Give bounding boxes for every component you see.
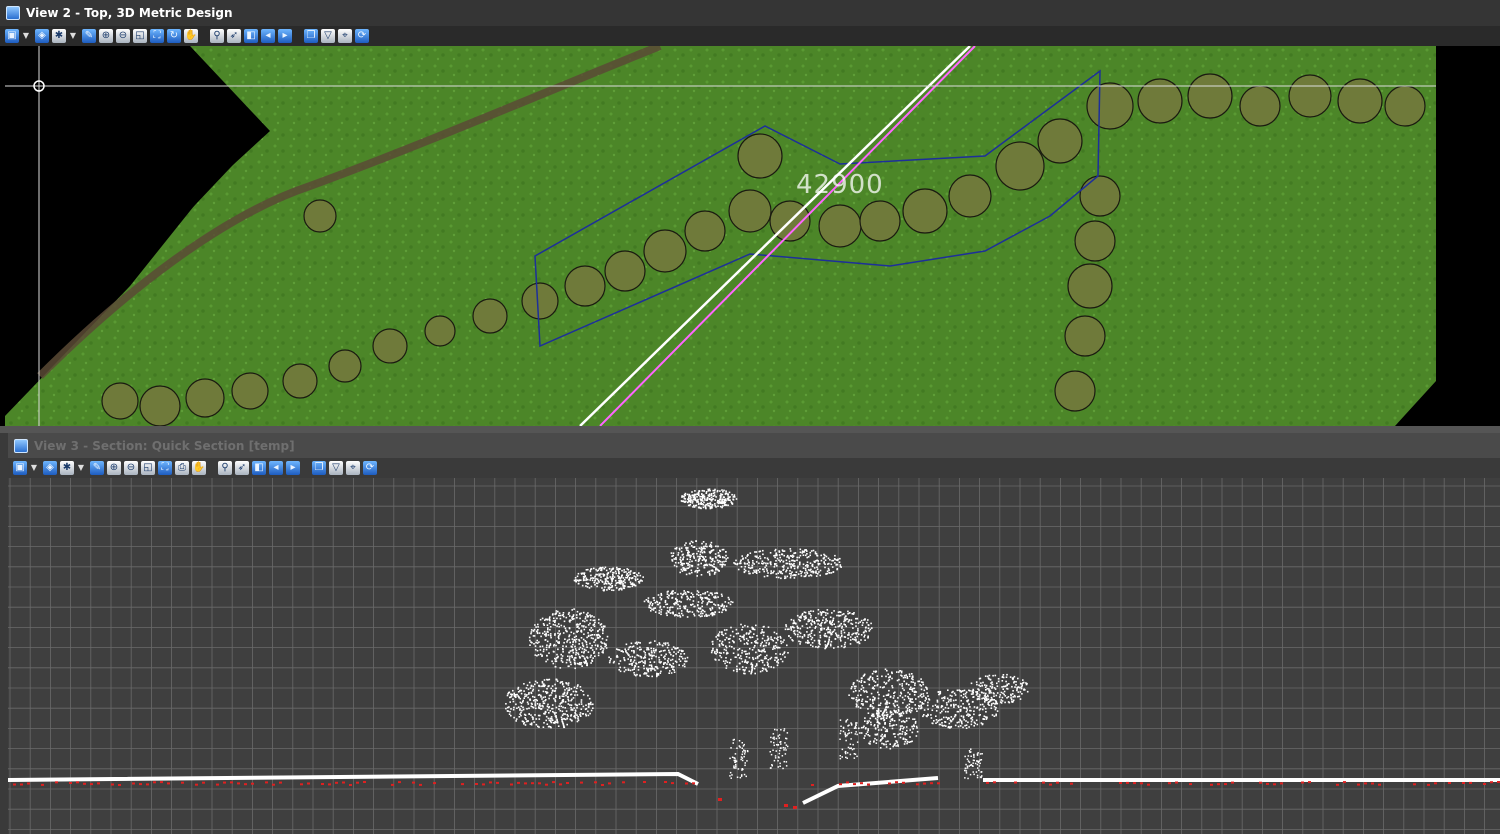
filter-icon[interactable]: ▽ (321, 29, 335, 43)
zoom-in-icon[interactable]: ⊕ (107, 461, 121, 475)
refresh-icon[interactable]: ⟳ (363, 461, 377, 475)
view-3-titlebar[interactable]: View 3 - Section: Quick Section [temp] (8, 433, 1500, 458)
pan-icon[interactable]: ✋ (192, 461, 206, 475)
view-3-title: View 3 - Section: Quick Section [temp] (34, 438, 295, 453)
view-2-canvas[interactable] (0, 46, 1500, 426)
view-3-toolbar: ▣ ▼ ◈ ✱ ▼ ✎ ⊕ ⊖ ◱ ⛶ ⎙ ✋ ⚲ ➶ ◧ ◂ ▸ ❐ ▽ ⌖ … (8, 458, 1500, 478)
layers-icon[interactable]: ◈ (35, 29, 49, 43)
light-icon[interactable]: ✱ (60, 461, 74, 475)
fly-icon[interactable]: ➶ (235, 461, 249, 475)
zoom-extents-icon[interactable]: ⛶ (158, 461, 172, 475)
dropdown-icon[interactable]: ▼ (69, 29, 77, 43)
zoom-out-icon[interactable]: ⊖ (116, 29, 130, 43)
view-2-title: View 2 - Top, 3D Metric Design (26, 6, 233, 20)
view-3-window: View 3 - Section: Quick Section [temp] ▣… (8, 433, 1500, 834)
zoom-extents-icon[interactable]: ⛶ (150, 29, 164, 43)
pan-icon[interactable]: ✋ (184, 29, 198, 43)
zoom-out-icon[interactable]: ⊖ (124, 461, 138, 475)
section-next-icon[interactable]: ▸ (278, 29, 292, 43)
zoom-window-icon[interactable]: ◱ (133, 29, 147, 43)
section-prev-icon[interactable]: ◂ (261, 29, 275, 43)
section-prev-icon[interactable]: ◂ (269, 461, 283, 475)
section-next-icon[interactable]: ▸ (286, 461, 300, 475)
dropdown-icon[interactable]: ▼ (77, 461, 85, 475)
fly-icon[interactable]: ➶ (227, 29, 241, 43)
dropdown-icon[interactable]: ▼ (30, 461, 38, 475)
view-3-canvas[interactable] (8, 478, 1500, 834)
copy-view-icon[interactable]: ❐ (312, 461, 326, 475)
view-splitter[interactable] (0, 426, 1500, 433)
zoom-in-icon[interactable]: ⊕ (99, 29, 113, 43)
select-icon[interactable]: ⌖ (346, 461, 360, 475)
print-icon[interactable]: ⎙ (175, 461, 189, 475)
view-icon[interactable]: ▣ (13, 461, 27, 475)
light-icon[interactable]: ✱ (52, 29, 66, 43)
clip-icon[interactable]: ◧ (252, 461, 266, 475)
dropdown-icon[interactable]: ▼ (22, 29, 30, 43)
window-icon (6, 6, 20, 20)
walk-icon[interactable]: ⚲ (210, 29, 224, 43)
pen-icon[interactable]: ✎ (82, 29, 96, 43)
view-icon[interactable]: ▣ (5, 29, 19, 43)
window-icon (14, 438, 28, 453)
refresh-icon[interactable]: ⟳ (355, 29, 369, 43)
select-icon[interactable]: ⌖ (338, 29, 352, 43)
pen-icon[interactable]: ✎ (90, 461, 104, 475)
copy-view-icon[interactable]: ❐ (304, 29, 318, 43)
view-2-titlebar[interactable]: View 2 - Top, 3D Metric Design (0, 0, 1500, 26)
view-2-window: View 2 - Top, 3D Metric Design ▣ ▼ ◈ ✱ ▼… (0, 0, 1500, 426)
zoom-window-icon[interactable]: ◱ (141, 461, 155, 475)
view-2-toolbar: ▣ ▼ ◈ ✱ ▼ ✎ ⊕ ⊖ ◱ ⛶ ↻ ✋ ⚲ ➶ ◧ ◂ ▸ ❐ ▽ ⌖ … (0, 26, 1500, 46)
filter-icon[interactable]: ▽ (329, 461, 343, 475)
clip-icon[interactable]: ◧ (244, 29, 258, 43)
rotate-icon[interactable]: ↻ (167, 29, 181, 43)
walk-icon[interactable]: ⚲ (218, 461, 232, 475)
layers-icon[interactable]: ◈ (43, 461, 57, 475)
